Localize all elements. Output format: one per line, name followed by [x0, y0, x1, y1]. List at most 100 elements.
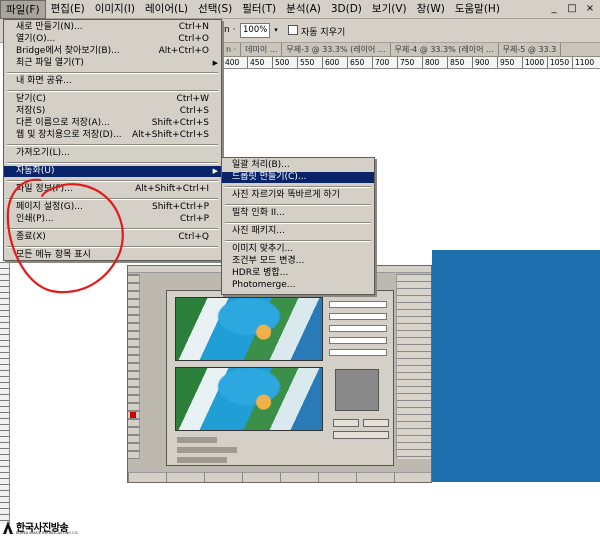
top-ruler: 400 450 500 550 600 650 700 750 800 850 900 950 1000… [222, 57, 600, 69]
file-menu-item[interactable]: 모든 메뉴 항목 표시 [4, 250, 221, 261]
app-menubar: 파일(F) 편집(E) 이미지(I) 레이어(L) 선택(S) 필터(T) 분석(A) 3D(… [0, 0, 600, 19]
zoom-input[interactable]: 100% [240, 23, 270, 38]
submenu-arrow-icon: ▶ [212, 167, 218, 175]
inner-toolbox [128, 274, 140, 459]
minimize-icon[interactable]: _ [548, 3, 560, 15]
document-tab[interactable]: 무제-3 @ 33.3% (레이어 ... [282, 43, 391, 56]
menu-item-label: Bridge에서 찾아보기(B)... [16, 46, 120, 56]
ruler-tick-label: 600 [322, 57, 347, 68]
file-menu-item[interactable]: 내 화면 공유... [4, 76, 221, 87]
dialog-label [177, 457, 227, 463]
menu-item-label: 이미지 맞추기... [232, 244, 294, 254]
document-tab[interactable]: n · [222, 43, 242, 56]
menu-9[interactable]: 창(W) [412, 0, 450, 19]
automate-menu-item[interactable]: 사진 패키지... [222, 226, 374, 237]
ruler-tick-label: 1100 [572, 57, 597, 68]
file-menu-item[interactable]: 종료(X) Ctrl+Q [4, 232, 221, 243]
file-menu-item[interactable]: 닫기(C) Ctrl+W [4, 94, 221, 105]
menu-item-label: 조건부 모드 변경... [232, 256, 305, 266]
ruler-tick-label: 650 [347, 57, 372, 68]
menu-separator [7, 180, 218, 182]
menu-separator [7, 144, 218, 146]
auto-erase-checkbox[interactable] [288, 25, 298, 35]
automate-menu-item[interactable]: 밀착 인화 II... [222, 208, 374, 219]
menu-item-label: 종료(X) [16, 232, 46, 242]
file-menu-item[interactable]: 웹 및 장치용으로 저장(D)... Alt+Shift+Ctrl+S [4, 130, 221, 141]
ruler-tick-label: 700 [372, 57, 397, 68]
menu-item-shortcut: Alt+Shift+Ctrl+I [135, 184, 209, 194]
ruler-tick-label: 800 [422, 57, 447, 68]
menu-item-label: 드롭릿 만들기(C)... [232, 172, 307, 182]
automate-menu-item[interactable]: HDR로 병합... [222, 268, 374, 279]
menu-item-shortcut: Ctrl+S [179, 106, 209, 116]
menu-separator [225, 204, 371, 206]
chevron-down-icon[interactable]: ▾ [271, 23, 281, 38]
dialog-label [177, 447, 237, 453]
inner-panels [396, 274, 431, 459]
menu-item-label: 새로 만들기(N)... [16, 22, 83, 32]
menu-separator [7, 198, 218, 200]
menu-item-label: 밀착 인화 II... [232, 208, 285, 218]
menu-4[interactable]: 선택(S) [193, 0, 237, 19]
menu-1[interactable]: 편집(E) [46, 0, 90, 19]
menu-0[interactable]: 파일(F) [0, 0, 46, 19]
file-menu-item[interactable]: 새로 만들기(N)... Ctrl+N [4, 22, 221, 33]
automate-menu-item[interactable]: 드롭릿 만들기(C)... [222, 172, 374, 183]
menu-item-shortcut: Shift+Ctrl+P [152, 202, 209, 212]
menu-7[interactable]: 3D(D) [326, 0, 367, 19]
auto-erase-label: 자동 지우기 [301, 28, 346, 38]
menu-separator [7, 246, 218, 248]
menu-5[interactable]: 필터(T) [237, 0, 281, 19]
ruler-tick-label: 1050 [547, 57, 572, 68]
menu-item-label: 인쇄(P)... [16, 214, 54, 224]
menu-item-shortcut: Ctrl+Q [178, 232, 209, 242]
file-menu-item[interactable]: 가져오기(L)... [4, 148, 221, 159]
automate-menu-item[interactable]: 이미지 맞추기... [222, 244, 374, 255]
document-tab[interactable]: 무제-5 @ 33.3 [499, 43, 562, 56]
automate-menu-item[interactable]: 일괄 처리(B)... [222, 160, 374, 171]
workspace-background [432, 250, 600, 482]
ruler-tick-label: 1000 [522, 57, 547, 68]
automate-menu-item[interactable]: Photomerge... [222, 280, 374, 291]
file-menu-item[interactable]: 다른 이름으로 저장(A)... Shift+Ctrl+S [4, 118, 221, 129]
preview-image-before [175, 297, 323, 361]
menu-item-label: HDR로 병합... [232, 268, 289, 278]
maximize-icon[interactable]: □ [566, 3, 578, 15]
menu-separator [7, 72, 218, 74]
dialog-button [363, 419, 389, 427]
file-menu-item[interactable]: 열기(O)... Ctrl+O [4, 34, 221, 45]
menu-item-label: 웹 및 장치용으로 저장(D)... [16, 130, 122, 140]
file-menu-item[interactable]: 페이지 설정(G)... Shift+Ctrl+P [4, 202, 221, 213]
menu-item-shortcut: Ctrl+P [180, 214, 209, 224]
document-tab[interactable]: 데미이 ... [241, 43, 283, 56]
color-preview-box [335, 369, 379, 411]
logo-mark-icon [3, 521, 13, 534]
ruler-tick-label: 400 [222, 57, 247, 68]
menu-2[interactable]: 이미지(I) [90, 0, 140, 19]
automate-menu-item[interactable]: 사진 자르기와 똑바르게 하기 [222, 190, 374, 201]
dialog-label [177, 437, 217, 443]
menu-6[interactable]: 분석(A) [281, 0, 326, 19]
menu-item-label: 열기(O)... [16, 34, 56, 44]
watermark-logo: 한국사진방송 KOREA IMAGE BROADCASTING CO. [0, 518, 140, 538]
document-tab[interactable]: 무제-4 @ 33.3% (레이어 ... [391, 43, 499, 56]
menu-item-shortcut: Alt+Shift+Ctrl+S [132, 130, 209, 140]
menu-item-label: 사진 패키지... [232, 226, 285, 236]
dialog-button [333, 431, 389, 439]
file-menu-item[interactable]: 인쇄(P)... Ctrl+P [4, 214, 221, 225]
menu-item-label: 일괄 처리(B)... [232, 160, 290, 170]
menu-3[interactable]: 레이어(L) [140, 0, 193, 19]
ruler-tick-label: 750 [397, 57, 422, 68]
file-menu-item[interactable]: 자동화(U) ▶ [4, 166, 221, 177]
menu-item-label: 다른 이름으로 저장(A)... [16, 118, 110, 128]
menu-item-label: 내 화면 공유... [16, 76, 72, 86]
close-icon[interactable]: × [584, 3, 596, 15]
automate-submenu: 일괄 처리(B)... 드롭릿 만들기(C)... 사진 자르기와 똑바르게 하기밀… [221, 157, 375, 295]
menu-8[interactable]: 보기(V) [367, 0, 412, 19]
file-menu-item[interactable]: 최근 파일 열기(T) ▶ [4, 58, 221, 69]
file-menu-item[interactable]: Bridge에서 찾아보기(B)... Alt+Ctrl+O [4, 46, 221, 57]
file-menu-item[interactable]: 파일 정보(F)... Alt+Shift+Ctrl+I [4, 184, 221, 195]
automate-menu-item[interactable]: 조건부 모드 변경... [222, 256, 374, 267]
menu-10[interactable]: 도움말(H) [450, 0, 505, 19]
file-menu-item[interactable]: 저장(S) Ctrl+S [4, 106, 221, 117]
